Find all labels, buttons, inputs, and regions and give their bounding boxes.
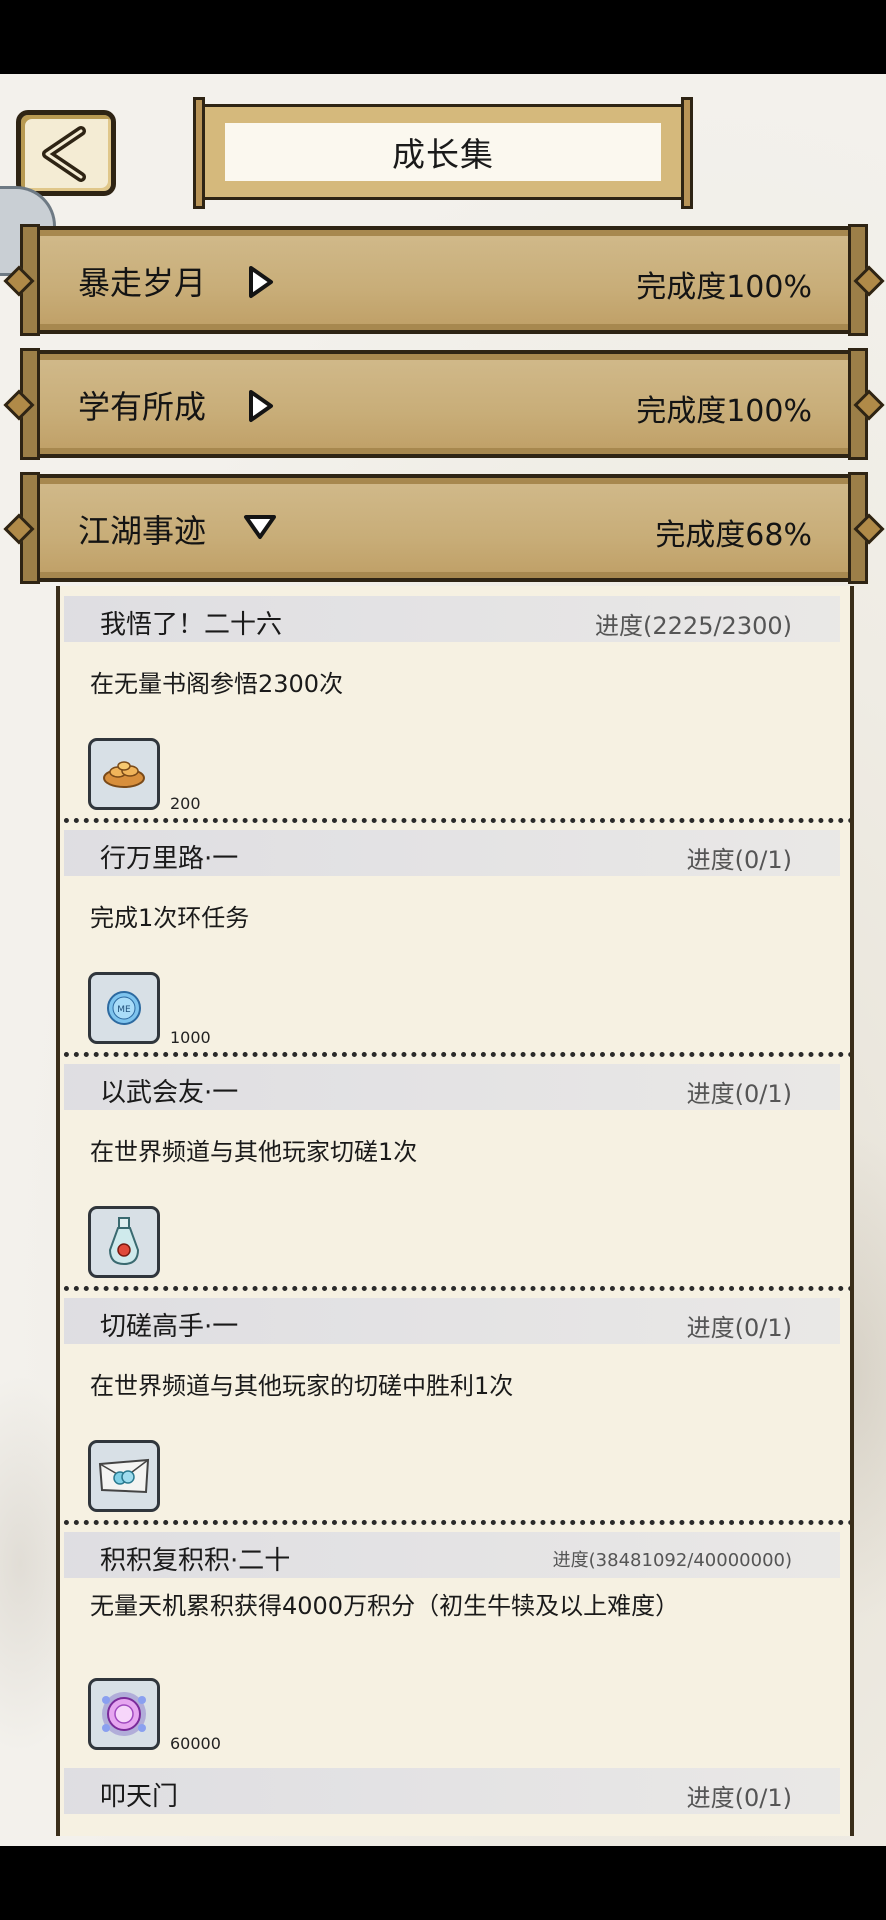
title-scroll: 成长集 [193, 97, 693, 209]
pill-packet-icon [98, 1458, 150, 1494]
reward-slot[interactable] [88, 738, 160, 810]
task-item: 积积复积积·二十 进度(38481092/40000000) 无量天机累积获得4… [60, 1522, 850, 1756]
gold-ingots-icon [103, 761, 145, 788]
collapsed-arrow-icon [249, 266, 273, 298]
task-name: 积积复积积·二十 [100, 1546, 291, 1576]
task-progress: 进度(0/1) [686, 1080, 792, 1108]
category-completion: 完成度68% [655, 518, 812, 553]
task-list[interactable]: 我悟了！二十六 进度(2225/2300) 在无量书阁参悟2300次 200 行… [56, 586, 854, 1836]
task-progress: 进度(2225/2300) [595, 612, 792, 640]
navigation-bar [0, 1846, 886, 1920]
task-item: 叩天门 进度(0/1) [60, 1758, 850, 1836]
task-description: 在世界频道与其他玩家切磋1次 [90, 1138, 418, 1166]
task-item: 切磋高手·一 进度(0/1) 在世界频道与其他玩家的切磋中胜利1次 [60, 1288, 850, 1525]
task-item: 行万里路·一 进度(0/1) 完成1次环任务 ME 1000 [60, 820, 850, 1057]
collapsed-arrow-icon [249, 390, 273, 422]
reward-quantity: 60000 [170, 1734, 221, 1753]
expanded-arrow-icon [244, 515, 276, 539]
reward-slot[interactable] [88, 1440, 160, 1512]
category-name: 暴走岁月 [78, 264, 207, 302]
page-title: 成长集 [225, 123, 661, 181]
task-description: 在无量书阁参悟2300次 [90, 670, 344, 698]
svg-text:ME: ME [117, 1005, 131, 1015]
category-bar-1[interactable]: 学有所成 完成度100% [3, 348, 885, 460]
me-coin-icon: ME [107, 991, 141, 1025]
category-bar-2[interactable]: 江湖事迹 完成度68% [3, 472, 885, 584]
task-progress: 进度(0/1) [686, 1784, 792, 1812]
task-description: 无量天机累积获得4000万积分（初生牛犊及以上难度） [90, 1592, 680, 1620]
task-name: 切磋高手·一 [100, 1312, 239, 1342]
reward-slot[interactable] [88, 1678, 160, 1750]
back-button[interactable] [16, 110, 116, 196]
category-name: 江湖事迹 [78, 512, 207, 550]
category-completion: 完成度100% [636, 394, 812, 429]
reward-quantity: 1000 [170, 1028, 211, 1047]
task-description: 在世界频道与其他玩家的切磋中胜利1次 [90, 1372, 514, 1400]
reward-slot[interactable] [88, 1206, 160, 1278]
category-completion: 完成度100% [636, 270, 812, 305]
achievement-screen: 成长集 暴走岁月 完成度100% 学有所成 完成度100% 江湖事迹 完成度68… [0, 0, 886, 1920]
task-name: 以武会友·一 [100, 1078, 239, 1108]
task-name: 行万里路·一 [100, 844, 239, 874]
task-progress: 进度(0/1) [686, 846, 792, 874]
task-name: 我悟了！二十六 [100, 610, 283, 640]
task-item: 我悟了！二十六 进度(2225/2300) 在无量书阁参悟2300次 200 [60, 586, 850, 823]
task-progress: 进度(38481092/40000000) [552, 1550, 792, 1571]
status-bar [0, 0, 886, 74]
task-progress: 进度(0/1) [686, 1314, 792, 1342]
reward-slot[interactable]: ME [88, 972, 160, 1044]
potion-bottle-icon [108, 1217, 140, 1266]
task-item: 以武会友·一 进度(0/1) 在世界频道与其他玩家切磋1次 [60, 1054, 850, 1291]
purple-orb-icon [102, 1692, 146, 1736]
task-name: 叩天门 [100, 1782, 179, 1812]
category-bar-0[interactable]: 暴走岁月 完成度100% [3, 224, 885, 336]
task-description: 完成1次环任务 [90, 904, 250, 932]
reward-quantity: 200 [170, 794, 201, 813]
back-arrow-icon [42, 126, 86, 182]
category-name: 学有所成 [78, 388, 207, 426]
